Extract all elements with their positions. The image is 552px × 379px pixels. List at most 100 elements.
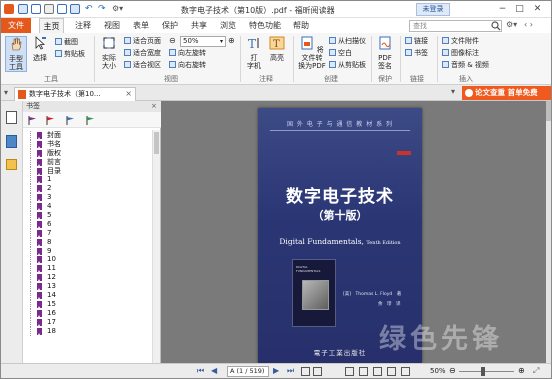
rotate-right-button[interactable]: 向右旋转 [169,61,206,70]
print-icon[interactable] [44,4,54,14]
from-scanner-button[interactable]: 从扫描仪 [329,37,366,46]
bookmark-item[interactable]: 5 [23,211,151,221]
bookmark-item[interactable]: 12 [23,273,151,283]
settings-gear-icon[interactable]: ⚙▾ [506,20,517,29]
bookmark-item[interactable]: 2 [23,184,151,194]
bookmark-item[interactable]: 6 [23,219,151,229]
audio-video-button[interactable]: 音频 & 视频 [442,61,489,70]
bookmark-expand-icon[interactable] [66,116,75,125]
new-icon[interactable] [57,4,67,14]
bookmark-item[interactable]: 书名 [23,139,151,149]
maximize-button[interactable]: □ [513,3,526,15]
blank-button[interactable]: 空白 [329,49,352,58]
zoom-slider-thumb[interactable] [481,367,485,376]
file-attachment-button[interactable]: 文件附件 [442,37,479,46]
tab-help[interactable]: 帮助 [290,18,312,33]
zoom-in-small-icon[interactable]: ⊕ [518,366,525,375]
first-page-icon[interactable]: ⏮ [197,366,204,376]
from-clipboard-button[interactable]: 从剪贴板 [329,61,366,70]
bookmark-add-icon[interactable] [28,116,37,125]
typewriter-button[interactable]: T 打 字机 [245,36,263,70]
fit-visible-button[interactable]: 适合视区 [124,61,161,70]
undo-icon[interactable]: ↶ [85,4,95,14]
zoom-slider-track[interactable] [459,371,514,372]
bookmark-item[interactable]: 8 [23,237,151,247]
convert-to-pdf-button[interactable]: 将文件转 换为PDF [297,36,327,70]
customize-icon[interactable]: ⚙▾ [112,4,123,14]
bookmark-item[interactable]: 9 [23,246,151,256]
bookmark-item[interactable]: 3 [23,193,151,203]
document-scrollbar[interactable] [546,101,551,363]
tab-features[interactable]: 特色功能 [246,18,284,33]
next-page-icon[interactable]: ▶ [273,366,279,376]
tab-comment[interactable]: 注释 [72,18,94,33]
fit-page-button[interactable]: 适合页面 [124,37,161,46]
bookmark-item[interactable]: 1 [23,175,151,185]
tab-form[interactable]: 表单 [130,18,152,33]
snapshot-button[interactable]: 截图 [55,38,78,47]
single-page-icon[interactable] [345,367,354,376]
tab-browse[interactable]: 浏览 [217,18,239,33]
highlight-button[interactable]: T 高亮 [267,36,287,62]
bookmark-item[interactable]: 14 [23,291,151,301]
document-view[interactable]: 国 外 电 子 与 通 信 教 材 系 列 数字电子技术 （第十版） Digit… [161,101,546,363]
tab-home[interactable]: 主页 [39,18,64,33]
bookmark-collapse-icon[interactable] [86,116,95,125]
clipboard-button[interactable]: 剪贴板 [55,50,85,59]
bookmark-item[interactable]: 封面 [23,131,151,140]
tab-close-button[interactable]: × [125,88,132,100]
image-annotation-button[interactable]: 图像标注 [442,49,479,58]
bookmark-item[interactable]: 10 [23,255,151,265]
bookmark-item[interactable]: 目录 [23,166,151,176]
split-view-icon[interactable] [401,367,410,376]
tab-dropdown-icon[interactable]: ▾ [451,87,455,96]
search-icon[interactable] [491,21,501,31]
promo-banner[interactable]: 论文查重 首单免费 [462,86,551,100]
page-number-input[interactable]: A (1 / 519) [227,366,269,377]
bookmark-item[interactable]: 18 [23,326,151,336]
zoom-select[interactable]: 50% ▾ [180,36,226,47]
login-button[interactable]: 未登录 [416,3,450,16]
document-tab[interactable]: 数字电子技术（第10... × [14,87,136,101]
hand-tool-button[interactable]: 手型 工具 [5,36,27,72]
document-scrollbar-thumb[interactable] [546,101,551,121]
bookmark-item[interactable]: 7 [23,228,151,238]
search-input[interactable]: 查找 [409,20,502,32]
bookmark-item[interactable]: 11 [23,264,151,274]
nav-arrows-icon[interactable]: ‹ › [524,20,533,29]
tab-share[interactable]: 共享 [188,18,210,33]
close-button[interactable]: ✕ [531,3,544,15]
fullscreen-icon[interactable]: ⤢ [533,366,539,376]
bookmark-item[interactable]: 16 [23,308,151,318]
bookmark-item[interactable]: 版权 [23,148,151,158]
rotate-left-button[interactable]: 向左旋转 [169,49,206,58]
bookmark-button[interactable]: 书签 [405,49,428,58]
file-menu[interactable]: 文件 [1,18,31,33]
next-view-icon[interactable] [313,367,322,376]
comments-panel-icon[interactable] [6,159,17,170]
continuous-page-icon[interactable] [359,367,368,376]
bookmarks-panel-icon[interactable] [6,111,17,124]
link-button[interactable]: 链接 [405,37,428,46]
tab-view[interactable]: 视图 [101,18,123,33]
actual-size-button[interactable]: 实际 大小 [99,36,119,70]
bookmark-item[interactable]: 15 [23,299,151,309]
prev-page-icon[interactable]: ◀ [211,366,217,376]
last-page-icon[interactable]: ⏭ [287,366,294,376]
tab-list-icon[interactable]: ▾ [4,88,8,97]
minimize-button[interactable]: − [496,3,509,15]
scrollbar-thumb[interactable] [154,132,159,154]
tab-protect[interactable]: 保护 [159,18,181,33]
prev-view-icon[interactable] [301,367,310,376]
bookmark-item[interactable]: 前言 [23,157,151,167]
bookmark-item[interactable]: 17 [23,317,151,327]
select-button[interactable]: 选择 [31,36,49,62]
continuous-facing-icon[interactable] [387,367,396,376]
zoom-out-small-icon[interactable]: ⊖ [449,366,456,375]
redo-icon[interactable]: ↷ [98,4,108,14]
bookmark-delete-icon[interactable] [46,116,55,125]
open-icon[interactable] [18,4,28,14]
bookmarks-scrollbar[interactable] [152,130,160,363]
facing-page-icon[interactable] [373,367,382,376]
pdf-sign-button[interactable]: PDF 签名 [375,36,395,70]
